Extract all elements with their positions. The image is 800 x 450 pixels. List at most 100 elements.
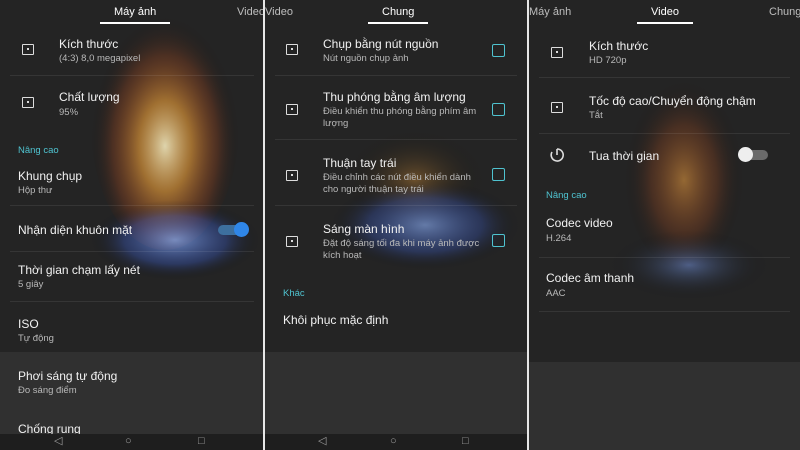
setting-slow-motion[interactable]: Tốc độ cao/Chuyển động chậm Tắt <box>529 82 800 134</box>
power-button-capture-checkbox[interactable] <box>492 44 505 57</box>
divider <box>539 311 790 312</box>
setting-value: HD 720p <box>589 55 627 66</box>
tab-indicator <box>368 22 429 24</box>
setting-capture-frame[interactable]: Khung chụp Hộp thư <box>0 162 264 206</box>
divider <box>10 75 254 76</box>
video-settings-panel: Máy ảnh Video Chung Kích thước HD 720p T… <box>529 0 800 450</box>
tab-general-label: Chung <box>382 6 415 18</box>
nav-bar: ◁ ○ □ <box>265 434 527 450</box>
setting-quality[interactable]: Chất lượng 95% <box>0 80 264 130</box>
video-size-icon <box>551 47 563 58</box>
setting-value: Hộp thư <box>18 185 53 196</box>
lower-area <box>529 362 800 450</box>
divider <box>539 133 790 134</box>
volume-zoom-icon <box>286 104 298 115</box>
setting-auto-exposure[interactable]: Phơi sáng tự động Đo sáng điểm <box>0 362 264 408</box>
toggle-knob <box>738 147 753 162</box>
setting-video-size[interactable]: Kích thước HD 720p <box>529 30 800 78</box>
setting-screen-brightness[interactable]: Sáng màn hình Đặt độ sáng tối đa khi máy… <box>265 210 527 272</box>
tab-camera-label: Máy ảnh <box>529 6 572 18</box>
divider <box>10 301 254 302</box>
tab-camera[interactable]: Máy ảnh <box>100 6 171 24</box>
left-handed-icon <box>286 170 298 181</box>
time-lapse-toggle[interactable] <box>738 147 768 162</box>
setting-time-lapse[interactable]: Tua thời gian <box>529 136 800 176</box>
camera-settings-panel: Máy ảnh Video Kích thước (4:3) 8,0 megap… <box>0 0 264 450</box>
setting-picture-size[interactable]: Kích thước (4:3) 8,0 megapixel <box>0 30 264 76</box>
reset-defaults-label: Khôi phục mặc định <box>283 313 389 327</box>
setting-value: (4:3) 8,0 megapixel <box>59 53 141 64</box>
toggle-knob <box>234 222 249 237</box>
setting-touch-focus-time[interactable]: Thời gian chạm lấy nét 5 giây <box>0 256 264 302</box>
setting-title: Thuận tay trái <box>323 156 397 170</box>
setting-power-button-capture[interactable]: Chụp bằng nút nguồn Nút nguồn chụp ảnh <box>265 30 527 76</box>
screen-brightness-checkbox[interactable] <box>492 234 505 247</box>
setting-volume-zoom[interactable]: Thu phóng bằng âm lượng Điều khiển thu p… <box>265 80 527 140</box>
setting-title: Thời gian chạm lấy nét <box>18 263 140 277</box>
brightness-icon <box>286 236 298 247</box>
setting-left-handed[interactable]: Thuận tay trái Điều chỉnh các nút điều k… <box>265 144 527 206</box>
setting-audio-codec[interactable]: Codec âm thanh AAC <box>529 262 800 312</box>
tab-video[interactable]: Video <box>637 6 693 24</box>
section-header-advanced: Nâng cao <box>18 145 59 156</box>
tab-bar: Video Chung <box>265 0 527 25</box>
setting-title: Codec âm thanh <box>546 271 635 285</box>
setting-value: 95% <box>59 107 79 118</box>
setting-title: Tua thời gian <box>589 149 660 163</box>
divider <box>10 205 254 206</box>
back-icon[interactable]: ◁ <box>54 436 62 447</box>
setting-value: 5 giây <box>18 279 44 290</box>
setting-title: Nhận diện khuôn mặt <box>18 223 133 237</box>
tab-camera-label: Máy ảnh <box>114 6 157 18</box>
setting-title: Sáng màn hình <box>323 222 405 236</box>
divider <box>275 75 517 76</box>
quality-icon <box>22 97 34 108</box>
setting-value: Đo sáng điểm <box>18 385 77 396</box>
divider <box>10 251 254 252</box>
tab-video[interactable]: Video <box>237 6 264 18</box>
setting-title: Thu phóng bằng âm lượng <box>323 90 466 104</box>
tab-indicator <box>637 22 693 24</box>
setting-value: H.264 <box>546 233 572 244</box>
recent-apps-icon[interactable]: □ <box>198 436 205 447</box>
recent-apps-icon[interactable]: □ <box>462 436 469 447</box>
setting-title: ISO <box>18 317 39 331</box>
tab-bar: Máy ảnh Video Chung <box>529 0 800 25</box>
face-detection-toggle[interactable] <box>218 222 249 237</box>
back-icon[interactable]: ◁ <box>318 436 326 447</box>
tab-general[interactable]: Chung <box>769 6 800 18</box>
setting-description: Nút nguồn chụp ảnh <box>323 53 409 64</box>
tab-camera[interactable]: Máy ảnh <box>529 6 571 18</box>
divider <box>539 77 790 78</box>
divider <box>275 139 517 140</box>
tab-general-label: Chung <box>769 6 800 18</box>
setting-title: Chất lượng <box>59 90 120 104</box>
lower-area <box>265 352 527 434</box>
setting-face-detection[interactable]: Nhận diện khuôn mặt <box>0 210 264 252</box>
tab-general[interactable]: Chung <box>368 6 429 24</box>
setting-video-codec[interactable]: Codec video H.264 <box>529 208 800 258</box>
tab-video[interactable]: Video <box>265 6 293 18</box>
screens-container: Máy ảnh Video Kích thước (4:3) 8,0 megap… <box>0 0 800 450</box>
tab-bar: Máy ảnh Video <box>0 0 264 25</box>
divider <box>275 205 517 206</box>
volume-zoom-checkbox[interactable] <box>492 103 505 116</box>
setting-iso[interactable]: ISO Tự động <box>0 308 264 352</box>
setting-title: Tốc độ cao/Chuyển động chậm <box>589 94 756 108</box>
nav-bar: ◁ ○ □ <box>0 434 264 450</box>
general-settings-panel: Video Chung Chụp bằng nút nguồn Nút nguồ… <box>265 0 527 450</box>
home-icon[interactable]: ○ <box>125 436 132 447</box>
left-handed-checkbox[interactable] <box>492 168 505 181</box>
setting-description: Điều chỉnh các nút điều khiển dành cho n… <box>323 172 471 195</box>
reset-defaults[interactable]: Khôi phục mặc định <box>265 304 527 340</box>
setting-description: Điều khiển thu phóng bằng phím âm lượng <box>323 106 477 129</box>
setting-title: Kích thước <box>589 39 649 53</box>
tab-video-label: Video <box>265 6 293 18</box>
setting-title: Codec video <box>546 216 613 230</box>
setting-value: Tắt <box>589 110 603 121</box>
setting-stabilization[interactable]: Chống rung <box>0 414 264 436</box>
power-button-icon <box>286 44 298 55</box>
timer-icon <box>550 148 564 162</box>
home-icon[interactable]: ○ <box>390 436 397 447</box>
divider <box>539 257 790 258</box>
